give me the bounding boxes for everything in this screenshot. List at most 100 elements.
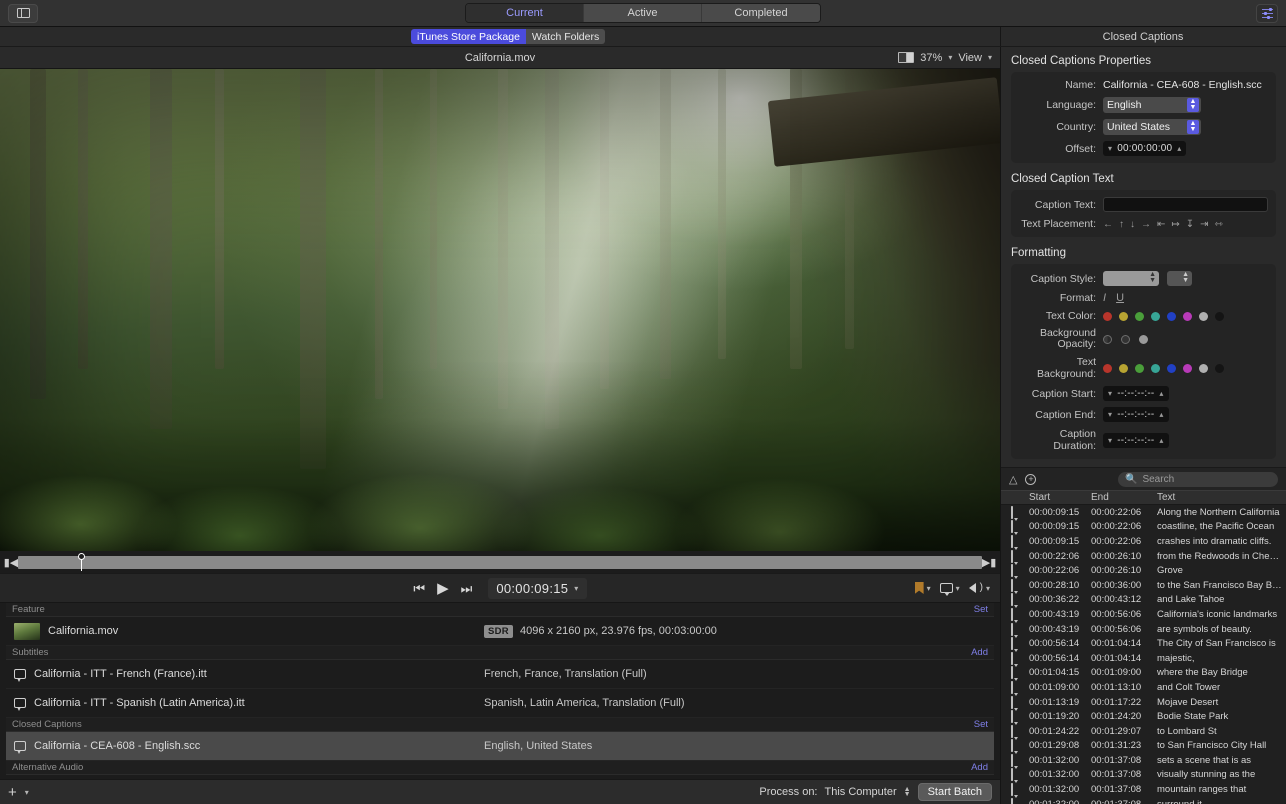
pill-itunes-store-package[interactable]: iTunes Store Package: [411, 29, 526, 44]
chevron-down-icon[interactable]: ▾: [1108, 389, 1112, 398]
caption-row[interactable]: 00:00:22:06 00:00:26:10 Grove: [1001, 563, 1286, 578]
batch-file-list[interactable]: Feature Set California.mov SDR 4096 x 2160 p…: [0, 603, 1000, 779]
timecode-display[interactable]: 00:00:09:15 ▾: [488, 577, 587, 599]
caption-start-field[interactable]: ▾ --:--:--:-- ▴: [1103, 386, 1169, 401]
caption-row[interactable]: 00:01:13:19 00:01:17:22 Mojave Desert: [1001, 695, 1286, 710]
align-up-icon[interactable]: ↑: [1119, 219, 1124, 230]
captions-search-field[interactable]: 🔍 Search: [1118, 471, 1278, 487]
caption-row[interactable]: 00:00:43:19 00:00:56:06 California's iconi…: [1001, 607, 1286, 622]
color-swatch-7[interactable]: [1215, 311, 1224, 321]
caption-row[interactable]: 00:01:19:20 00:01:24:20 Bodie State Park: [1001, 709, 1286, 724]
pill-watch-folders[interactable]: Watch Folders: [525, 29, 606, 44]
chevron-down-icon[interactable]: ▾: [25, 788, 29, 797]
file-section-action[interactable]: Set: [974, 719, 988, 730]
add-circle-icon[interactable]: +: [1025, 473, 1037, 485]
color-swatch-3[interactable]: [1151, 363, 1160, 373]
color-swatch-4[interactable]: [1167, 363, 1176, 373]
color-swatch-2[interactable]: [1135, 363, 1144, 373]
country-select[interactable]: United States ▲ ▼: [1103, 119, 1201, 135]
align-edge-left-icon[interactable]: ⇤: [1157, 219, 1165, 230]
align-left-icon[interactable]: ←: [1103, 219, 1113, 230]
chevron-down-icon[interactable]: ▾: [927, 584, 931, 593]
align-edge-right-icon[interactable]: ⇥: [1200, 219, 1208, 230]
caption-row[interactable]: 00:00:09:15 00:00:22:06 Along the Northern…: [1001, 505, 1286, 520]
align-top-edge-icon[interactable]: ↦: [1171, 219, 1179, 230]
file-row[interactable]: California.mov SDR 4096 x 2160 px, 23.976 …: [6, 617, 994, 646]
caption-row[interactable]: 00:01:09:00 00:01:13:10 and Colt Tower: [1001, 680, 1286, 695]
tab-active[interactable]: Active: [584, 4, 702, 22]
caption-style-select[interactable]: ▲ ▼: [1103, 271, 1159, 286]
caption-row[interactable]: 00:00:09:15 00:00:22:06 crashes into drama…: [1001, 534, 1286, 549]
align-right-icon[interactable]: →: [1141, 219, 1151, 230]
text-color-swatches[interactable]: [1103, 311, 1224, 321]
play-icon[interactable]: ▶: [437, 581, 449, 596]
chevron-up-icon[interactable]: ▴: [1177, 144, 1181, 153]
color-swatch-2[interactable]: [1135, 311, 1144, 321]
tab-current[interactable]: Current: [466, 4, 584, 22]
align-both-edges-icon[interactable]: ⇿: [1215, 219, 1223, 230]
file-row[interactable]: California - ITT - French (France).itt Fr…: [6, 660, 994, 689]
video-preview[interactable]: [0, 69, 1000, 551]
color-swatch-6[interactable]: [1199, 311, 1208, 321]
text-column-header[interactable]: Text: [1157, 492, 1286, 503]
half-opacity-icon[interactable]: [1103, 334, 1112, 344]
caption-row[interactable]: 00:00:22:06 00:00:26:10 from the Redwoods …: [1001, 549, 1286, 564]
chevron-down-icon[interactable]: ▾: [1108, 144, 1112, 153]
range-end-handle[interactable]: ▶▮: [982, 556, 997, 569]
bookmark-control[interactable]: ▾: [914, 582, 931, 594]
align-bottom-edge-icon[interactable]: ↧: [1186, 219, 1194, 230]
end-column-header[interactable]: End: [1091, 492, 1157, 503]
skip-to-start-icon[interactable]: ⏮: [413, 582, 425, 595]
language-select[interactable]: English ▲ ▼: [1103, 97, 1201, 113]
chevron-down-icon[interactable]: ▾: [956, 584, 960, 593]
chevron-up-icon[interactable]: ▴: [1159, 410, 1163, 419]
chevron-down-icon[interactable]: ▾: [574, 584, 578, 593]
chevron-down-icon[interactable]: ▾: [988, 53, 992, 62]
solid-icon[interactable]: [1139, 334, 1148, 344]
chevron-up-icon[interactable]: ▴: [1159, 389, 1163, 398]
file-section-action[interactable]: Set: [974, 604, 988, 615]
color-swatch-5[interactable]: [1183, 311, 1192, 321]
caption-row[interactable]: 00:00:56:14 00:01:04:14 The City of San Fr…: [1001, 636, 1286, 651]
file-row[interactable]: California - CEA-608 - English.scc Englis…: [6, 732, 994, 761]
caption-style-size-select[interactable]: ▲ ▼: [1167, 271, 1192, 286]
color-swatch-6[interactable]: [1199, 363, 1208, 373]
file-section-action[interactable]: Add: [971, 762, 988, 773]
caption-row[interactable]: 00:01:32:0000:01:37:08surround it.: [1001, 797, 1286, 804]
align-down-icon[interactable]: ↓: [1130, 219, 1135, 230]
playhead[interactable]: [77, 552, 86, 572]
timeline-scrubber[interactable]: [18, 552, 982, 572]
chevron-down-icon[interactable]: ▾: [1108, 436, 1112, 445]
caption-text-input[interactable]: [1103, 197, 1268, 212]
process-on-stepper[interactable]: ▲ ▼: [904, 786, 911, 798]
skip-to-end-icon[interactable]: ⏭: [461, 582, 473, 595]
warning-triangle-icon[interactable]: △: [1009, 473, 1017, 486]
destination-pill-group[interactable]: iTunes Store Package Watch Folders: [411, 29, 606, 44]
range-start-handle[interactable]: ▮◀: [4, 556, 19, 569]
caption-row[interactable]: 00:00:43:19 00:00:56:06 are symbols of bea…: [1001, 622, 1286, 637]
offset-field[interactable]: ▾ 00:00:00:00 ▴: [1103, 141, 1187, 156]
color-swatch-7[interactable]: [1215, 363, 1224, 373]
split-view-icon[interactable]: [898, 52, 915, 63]
chevron-down-icon[interactable]: ▾: [1108, 410, 1112, 419]
start-batch-button[interactable]: Start Batch: [917, 783, 992, 801]
caption-row[interactable]: 00:00:36:22 00:00:43:12 and Lake Tahoe: [1001, 593, 1286, 608]
add-icon[interactable]: +: [8, 785, 17, 800]
text-background-swatches[interactable]: [1103, 363, 1224, 373]
caption-row[interactable]: 00:01:04:15 00:01:09:00 where the Bay Brid…: [1001, 666, 1286, 681]
caption-row[interactable]: 00:00:28:10 00:00:36:00 to the San Francis…: [1001, 578, 1286, 593]
captions-table-body[interactable]: 00:00:09:15 00:00:22:06 Along the Northern…: [1001, 505, 1286, 804]
file-row[interactable]: California - ITT - Spanish (Latin Americ…: [6, 689, 994, 718]
color-swatch-0[interactable]: [1103, 363, 1112, 373]
caption-row[interactable]: 00:01:32:00 00:01:37:08 mountain ranges th…: [1001, 782, 1286, 797]
color-swatch-5[interactable]: [1183, 363, 1192, 373]
color-swatch-1[interactable]: [1119, 311, 1128, 321]
caption-row[interactable]: 00:01:24:22 00:01:29:07 to Lombard St: [1001, 724, 1286, 739]
view-menu-label[interactable]: View: [958, 52, 982, 64]
caption-row[interactable]: 00:01:32:00 00:01:37:08 visually stunning …: [1001, 768, 1286, 783]
color-swatch-3[interactable]: [1151, 311, 1160, 321]
color-swatch-1[interactable]: [1119, 363, 1128, 373]
caption-row[interactable]: 00:00:56:14 00:01:04:14 majestic,: [1001, 651, 1286, 666]
color-swatch-0[interactable]: [1103, 311, 1112, 321]
caption-row[interactable]: 00:00:09:15 00:00:22:06 coastline, the Pac…: [1001, 520, 1286, 535]
